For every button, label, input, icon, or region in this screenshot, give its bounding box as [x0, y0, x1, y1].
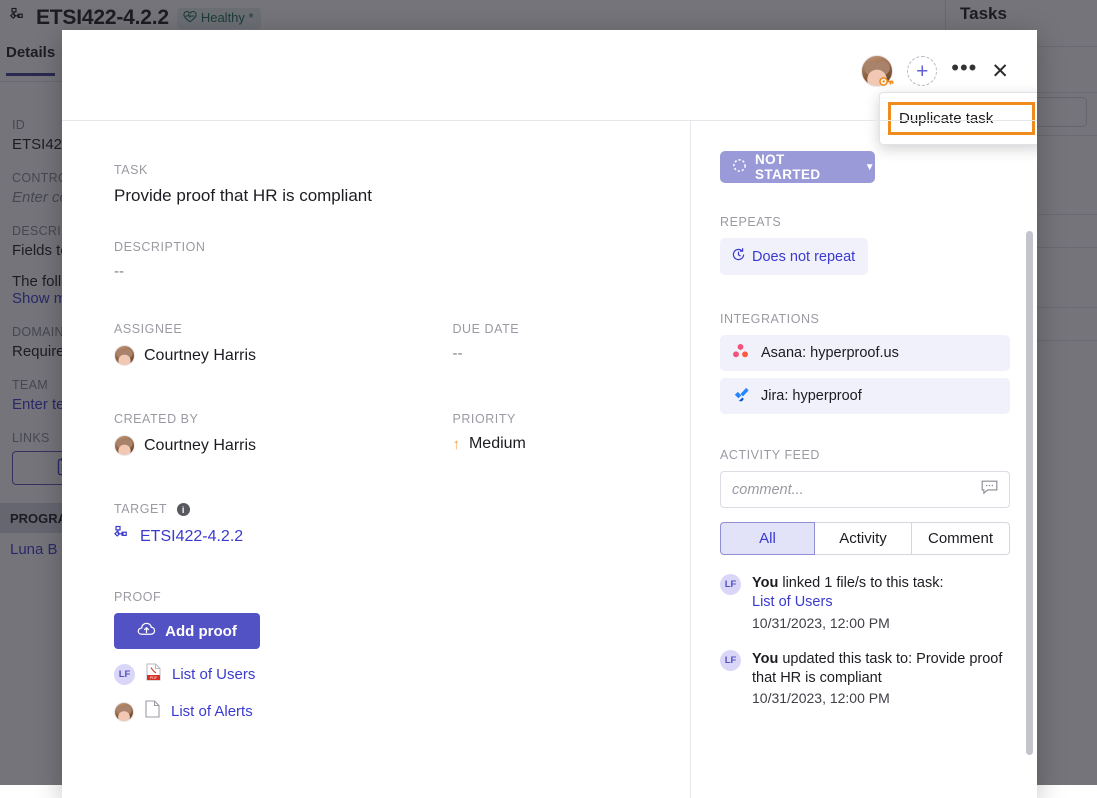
task-label: TASK: [114, 163, 690, 177]
modal-scrollbar[interactable]: [1026, 231, 1033, 755]
modal-body: TASK Provide proof that HR is compliant …: [62, 120, 1037, 798]
status-label: NOT STARTED: [755, 152, 853, 182]
plus-icon: +: [916, 61, 928, 82]
filter-tab-activity[interactable]: Activity: [815, 522, 912, 555]
proof-item[interactable]: LF PDF List of Users: [114, 663, 690, 686]
activity-filter-tabs: All Activity Comment: [720, 522, 1037, 555]
cloud-upload-icon: [137, 622, 156, 641]
add-proof-button[interactable]: Add proof: [114, 613, 260, 649]
repeats-value[interactable]: Does not repeat: [720, 238, 868, 275]
arrow-up-icon: ↑: [452, 437, 460, 452]
repeats-text: Does not repeat: [752, 249, 855, 265]
proof-owner-avatar: [114, 702, 134, 722]
feed-file-link[interactable]: List of Users: [752, 593, 944, 612]
task-detail-modal: + ••• ✕ Duplicate task TASK Provide proo…: [62, 30, 1037, 798]
feed-text: You linked 1 file/s to this task:: [752, 574, 944, 593]
jira-icon: [732, 386, 749, 407]
created-by-value: Courtney Harris: [114, 435, 452, 456]
feed-avatar: LF: [720, 574, 741, 595]
add-assignee-button[interactable]: +: [907, 56, 937, 86]
circle-dotted-icon: [732, 158, 747, 176]
assignee-label: ASSIGNEE: [114, 322, 452, 336]
feed-timestamp: 10/31/2023, 12:00 PM: [752, 615, 944, 631]
target-label: TARGET i: [114, 502, 690, 516]
assignee-name: Courtney Harris: [144, 347, 256, 365]
proof-owner-initials: LF: [114, 664, 135, 685]
close-icon: ✕: [991, 60, 1009, 83]
chevron-down-icon: ▼: [865, 162, 875, 173]
feed-action: updated this task to: Provide proof that…: [752, 651, 1002, 686]
target-value[interactable]: ETSI422-4.2.2: [114, 525, 690, 548]
feed-item: LF You updated this task to: Provide pro…: [720, 650, 1015, 707]
due-date-value[interactable]: --: [452, 345, 690, 362]
task-title[interactable]: Provide proof that HR is compliant: [114, 186, 690, 206]
proof-name: List of Users: [172, 666, 255, 683]
assignee-value[interactable]: Courtney Harris: [114, 345, 452, 366]
more-options-button[interactable]: •••: [951, 62, 977, 80]
modal-header-actions: + ••• ✕: [861, 55, 1009, 87]
integration-row-asana[interactable]: Asana: hyperproof.us: [720, 335, 1010, 371]
priority-label: PRIORITY: [452, 412, 690, 426]
priority-text: Medium: [469, 435, 526, 453]
feed-text: You updated this task to: Provide proof …: [752, 650, 1015, 689]
comment-input[interactable]: comment...: [720, 471, 1010, 508]
close-button[interactable]: ✕: [991, 61, 1009, 82]
created-by-label: CREATED BY: [114, 412, 452, 426]
pdf-icon: PDF: [146, 663, 161, 686]
creator-avatar: [114, 435, 135, 456]
ellipsis-icon: •••: [951, 55, 977, 80]
proof-item[interactable]: List of Alerts: [114, 700, 690, 723]
task-detail-pane: TASK Provide proof that HR is compliant …: [62, 121, 690, 723]
key-icon: [879, 75, 894, 88]
assignee-avatar-small: [114, 345, 135, 366]
asana-icon: [732, 343, 749, 363]
repeats-label: REPEATS: [720, 215, 1037, 229]
svg-text:PDF: PDF: [150, 676, 158, 680]
hierarchy-icon: [114, 525, 132, 548]
integrations-label: INTEGRATIONS: [720, 312, 1037, 326]
feed-actor: You: [752, 651, 778, 667]
comment-placeholder: comment...: [732, 482, 804, 498]
feed-item: LF You linked 1 file/s to this task: Lis…: [720, 574, 1015, 631]
add-proof-label: Add proof: [165, 623, 237, 640]
status-dropdown[interactable]: NOT STARTED ▼: [720, 151, 875, 183]
task-meta-pane: NOT STARTED ▼ REPEATS Does not repeat IN…: [691, 121, 1037, 706]
description-label: DESCRIPTION: [114, 240, 690, 254]
integration-label: Jira: hyperproof: [761, 388, 862, 404]
target-link: ETSI422-4.2.2: [140, 528, 243, 546]
proof-name: List of Alerts: [171, 703, 253, 720]
creator-name: Courtney Harris: [144, 437, 256, 455]
proof-label: PROOF: [114, 590, 690, 604]
activity-feed-label: ACTIVITY FEED: [720, 448, 1037, 462]
feed-actor: You: [752, 575, 778, 591]
priority-value[interactable]: ↑ Medium: [452, 435, 690, 453]
integration-row-jira[interactable]: Jira: hyperproof: [720, 378, 1010, 414]
feed-avatar: LF: [720, 650, 741, 671]
filter-tab-comment[interactable]: Comment: [912, 522, 1010, 555]
feed-action: linked 1 file/s to this task:: [778, 575, 943, 591]
feed-timestamp: 10/31/2023, 12:00 PM: [752, 690, 1015, 706]
file-icon: [145, 700, 160, 723]
integration-label: Asana: hyperproof.us: [761, 345, 899, 361]
target-label-text: TARGET: [114, 502, 167, 516]
assignee-avatar[interactable]: [861, 55, 893, 87]
description-value[interactable]: --: [114, 263, 690, 280]
due-date-label: DUE DATE: [452, 322, 690, 336]
info-icon[interactable]: i: [177, 503, 190, 516]
filter-tab-all[interactable]: All: [720, 522, 815, 555]
clock-repeat-icon: [731, 247, 746, 266]
comment-icon[interactable]: [981, 480, 998, 499]
modal-header: + ••• ✕ Duplicate task: [62, 30, 1037, 120]
